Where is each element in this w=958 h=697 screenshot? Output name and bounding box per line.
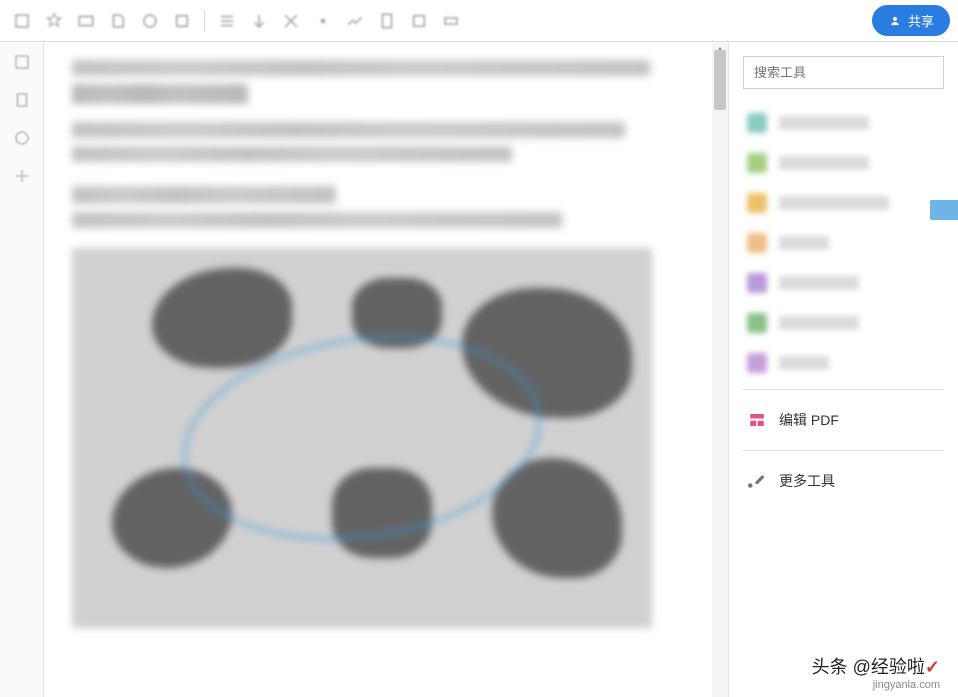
scrollbar-thumb[interactable] bbox=[714, 50, 726, 110]
tool-icon-13[interactable] bbox=[405, 7, 433, 35]
tool-label-7 bbox=[779, 356, 829, 370]
more-tools-item[interactable]: 更多工具 bbox=[743, 457, 944, 505]
tool-icon-11[interactable] bbox=[341, 7, 369, 35]
tool-icon-5[interactable] bbox=[136, 7, 164, 35]
tool-icon-10[interactable] bbox=[309, 7, 337, 35]
tool-icon-teal bbox=[747, 113, 767, 133]
tool-icon-6[interactable] bbox=[168, 7, 196, 35]
watermark: 头条 @经验啦✓ jingyanla.com bbox=[812, 653, 940, 691]
tool-item-6[interactable] bbox=[743, 303, 944, 343]
tool-icon-1[interactable] bbox=[8, 7, 36, 35]
tool-icon-4[interactable] bbox=[104, 7, 132, 35]
tool-label-1 bbox=[779, 116, 869, 130]
scrollbar[interactable]: ▴ bbox=[712, 42, 728, 697]
edit-pdf-item[interactable]: 编辑 PDF bbox=[743, 396, 944, 444]
left-toolbar bbox=[0, 42, 44, 697]
tool-icon-green2 bbox=[747, 313, 767, 333]
edit-pdf-icon bbox=[747, 410, 767, 430]
tool-item-2[interactable] bbox=[743, 143, 944, 183]
edit-pdf-label: 编辑 PDF bbox=[779, 410, 839, 430]
document-area[interactable]: ▴ bbox=[44, 42, 728, 697]
tool-icon-14[interactable] bbox=[437, 7, 465, 35]
tool-icon-yellow bbox=[747, 193, 767, 213]
tools-panel: 编辑 PDF 更多工具 bbox=[728, 42, 958, 697]
wrench-icon bbox=[747, 471, 767, 491]
tool-label-3 bbox=[779, 196, 889, 210]
document-image bbox=[72, 248, 652, 628]
tool-icon-12[interactable] bbox=[373, 7, 401, 35]
share-label: 共享 bbox=[908, 11, 934, 30]
search-input[interactable] bbox=[743, 56, 944, 89]
tool-label-5 bbox=[779, 276, 859, 290]
share-button[interactable]: 共享 bbox=[872, 5, 950, 36]
tool-label-4 bbox=[779, 236, 829, 250]
left-icon-2[interactable] bbox=[8, 86, 36, 114]
tool-icon-7[interactable] bbox=[213, 7, 241, 35]
tool-icon-orange bbox=[747, 233, 767, 253]
divider bbox=[743, 389, 944, 390]
tool-label-2 bbox=[779, 156, 869, 170]
divider-2 bbox=[743, 450, 944, 451]
tool-icon-purple2 bbox=[747, 353, 767, 373]
tool-icon-9[interactable] bbox=[277, 7, 305, 35]
tool-item-5[interactable] bbox=[743, 263, 944, 303]
share-icon bbox=[888, 14, 902, 28]
toolbar-separator bbox=[204, 10, 205, 32]
tool-item-4[interactable] bbox=[743, 223, 944, 263]
document-content bbox=[44, 42, 728, 646]
tool-icon-3[interactable] bbox=[72, 7, 100, 35]
main-area: ▴ bbox=[0, 42, 958, 697]
tool-icon-green bbox=[747, 153, 767, 173]
view-badge[interactable] bbox=[930, 200, 958, 220]
tool-icon-purple bbox=[747, 273, 767, 293]
tool-label-6 bbox=[779, 316, 859, 330]
tool-item-3[interactable] bbox=[743, 183, 944, 223]
tool-item-7[interactable] bbox=[743, 343, 944, 383]
left-icon-1[interactable] bbox=[8, 48, 36, 76]
left-icon-4[interactable] bbox=[8, 162, 36, 190]
top-toolbar: 共享 bbox=[0, 0, 958, 42]
tool-icon-2[interactable] bbox=[40, 7, 68, 35]
tool-item-1[interactable] bbox=[743, 103, 944, 143]
left-icon-3[interactable] bbox=[8, 124, 36, 152]
more-tools-label: 更多工具 bbox=[779, 471, 835, 491]
tool-icon-8[interactable] bbox=[245, 7, 273, 35]
